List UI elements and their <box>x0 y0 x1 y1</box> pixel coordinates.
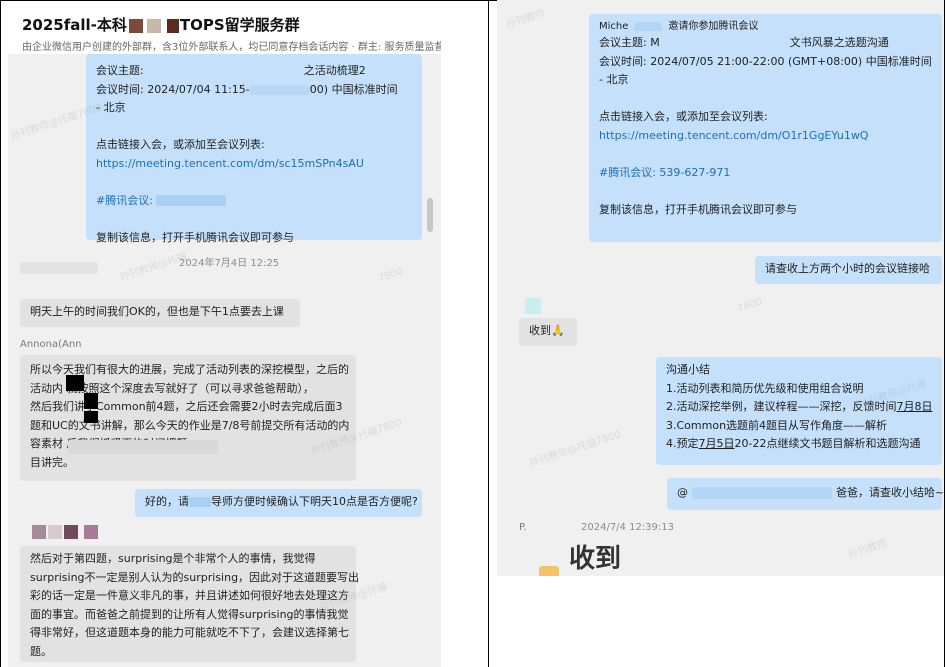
watermark: 孙刊教师@托福7800 <box>528 429 623 470</box>
meeting-topic: 会议主题: 之活动梳理2 <box>96 64 366 77</box>
redaction-block <box>146 18 161 33</box>
avatar <box>20 262 98 274</box>
redaction-block <box>84 411 98 423</box>
summary-bubble[interactable]: 沟通小结 1.活动列表和简历优先级和使用组合说明 2.活动深挖举例，建议梓程——… <box>656 357 942 465</box>
redaction-block <box>66 375 84 391</box>
meeting-link[interactable]: https://meeting.tencent.com/dm/O1r1GgEYu… <box>599 127 932 146</box>
meeting-time: 会议时间: 2024/07/04 11:15- 00) 中国标准时间 <box>96 82 398 96</box>
summary-item: 4.预定7月5日20-22点继续文书题目解析和选题沟通 <box>666 437 921 450</box>
pray-emoji-icon: 🙏 <box>551 324 565 337</box>
meeting-join-text: 点击链接入会，或添加至会议列表: <box>599 110 768 123</box>
watermark: 孙刊教师 <box>504 7 547 31</box>
meeting-timezone: - 北京 <box>96 101 126 114</box>
watermark: 7800 <box>376 266 405 285</box>
message-line: 题。 <box>30 644 52 658</box>
redaction-block <box>84 393 98 409</box>
avatar <box>64 525 78 539</box>
meeting-invite-bubble[interactable]: Miche 邀请你参加腾讯会议 会议主题: M 文书风暴之选题沟通 会议时间: 20… <box>589 14 942 242</box>
avatar <box>525 298 541 314</box>
redaction-block <box>128 18 143 33</box>
timestamp: 2024年7月4日 12:25 <box>179 258 280 269</box>
summary-item: 3.Common选题前4题目从写作角度——解析 <box>666 418 888 432</box>
redaction-block <box>166 18 179 33</box>
message-bubble[interactable]: 好的，请 导师方便时候确认下明天10点是否方便呢? <box>135 489 422 517</box>
meeting-id[interactable]: #腾讯会议: 539-627-971 <box>599 164 932 183</box>
message-line: surprising不一定是别人认为的surprising，因此对于这道题要写出 <box>30 570 360 584</box>
message-bubble[interactable]: 然后对于第四题，surprising是个非常个人的事情，我觉得 surprisi… <box>20 546 360 662</box>
message-bubble[interactable]: @ 爸爸，请查收小结哈~ <box>667 478 944 510</box>
message-line: 目讲完。 <box>30 455 74 469</box>
left-chat-screenshot: 2025fall-本科 TOPS留学服务群 由企业微信用户创建的外部群，含3位外部… <box>8 8 441 667</box>
timestamp: 2024/7/4 12:39:13 <box>581 522 675 533</box>
avatar <box>84 525 98 539</box>
meeting-copy-tip: 复制该信息，打开手机腾讯会议即可参与 <box>599 202 797 216</box>
message-text: 明天上午的时间我们OK的，但也是下午1点要去上课 <box>30 305 284 318</box>
meeting-link[interactable]: https://meeting.tencent.com/dm/sc15mSPn4… <box>96 155 412 174</box>
chat-title-prefix: 2025fall-本科 <box>22 16 127 34</box>
avatar <box>32 525 46 539</box>
chat-title-suffix: TOPS留学服务群 <box>179 16 300 34</box>
right-chat-screenshot: Miche 邀请你参加腾讯会议 会议主题: M 文书风暴之选题沟通 会议时间: 20… <box>497 0 944 576</box>
message-line: 然后我们讲了Common前4题，之后还会需要2小时去完成后面3 <box>30 400 343 413</box>
frame-center-divider <box>488 0 489 667</box>
meeting-timezone: - 北京 <box>599 73 629 86</box>
blurred-text <box>68 440 218 454</box>
sender-name: Annona(Ann <box>20 339 82 350</box>
watermark: 孙刊教师@托福 <box>118 251 189 284</box>
sender-name: P. <box>519 522 527 533</box>
message-line: 题和UC的文书讲解，那么今天的作业是7/8号前提交所有活动的内 <box>30 418 350 432</box>
meeting-time: 会议时间: 2024/07/05 21:00-22:00 (GMT+08:00)… <box>599 54 932 68</box>
watermark: 孙刊教师 <box>846 537 889 561</box>
chat-header: 2025fall-本科 TOPS留学服务群 由企业微信用户创建的外部群，含3位外部… <box>8 8 441 54</box>
message-line: 彩的话一定是一件意义非凡的事，并且讲述如何很好地去处理这方 <box>30 589 349 602</box>
message-line: 得非常好，但这道题本身的能力可能就吃不下了，会建议选择第七 <box>30 626 349 639</box>
chat-title: 2025fall-本科 TOPS留学服务群 <box>22 14 300 35</box>
message-line: 然后对于第四题，surprising是个非常个人的事情，我觉得 <box>30 552 316 565</box>
avatar <box>48 525 62 539</box>
meeting-join-text: 点击链接入会，或添加至会议列表: <box>96 138 265 151</box>
message-text: 收到🙏 <box>529 324 565 337</box>
meeting-copy-tip: 复制该信息，打开手机腾讯会议即可参与 <box>96 230 294 244</box>
message-text: 请查收上方两个小时的会议链接哈 <box>765 262 930 275</box>
message-bubble[interactable]: 收到🙏 <box>519 318 577 346</box>
summary-title: 沟通小结 <box>666 363 710 376</box>
meeting-topic: 会议主题: M 文书风暴之选题沟通 <box>599 36 889 49</box>
message-bubble[interactable]: 请查收上方两个小时的会议链接哈 <box>755 256 942 284</box>
scrollbar-thumb[interactable] <box>427 198 433 232</box>
message-text: 好的，请 导师方便时候确认下明天10点是否方便呢? <box>145 495 418 508</box>
meeting-inviter: Miche 邀请你参加腾讯会议 <box>599 21 759 32</box>
summary-item: 2.活动深挖举例，建议梓程——深挖，反馈时间7月8日 <box>666 400 933 413</box>
watermark: 7800 <box>735 296 764 315</box>
message-line: 面的事宜。而爸爸之前提到的让所有人觉得surprising的事情我觉 <box>30 607 349 621</box>
message-bubble[interactable]: 明天上午的时间我们OK的，但也是下午1点要去上课 <box>20 299 300 327</box>
frame-left-border <box>0 0 1 667</box>
message-text: @ 爸爸，请查收小结哈~ <box>677 486 944 499</box>
message-bubble[interactable]: 所以今天我们有很大的进展，完成了活动列表的深挖模型，之后的 活动内 就按照这个深… <box>20 355 356 481</box>
chat-subtitle: 由企业微信用户创建的外部群，含3位外部联系人，均已同意存档会话内容 · 群主: … <box>22 42 441 53</box>
sticker-fragment <box>539 566 559 576</box>
sticker-received: 收到 <box>569 544 622 574</box>
meeting-invite-bubble[interactable]: 会议主题: 之活动梳理2 会议时间: 2024/07/04 11:15- 00) 中… <box>86 54 422 244</box>
meeting-id[interactable]: #腾讯会议: <box>96 192 412 211</box>
